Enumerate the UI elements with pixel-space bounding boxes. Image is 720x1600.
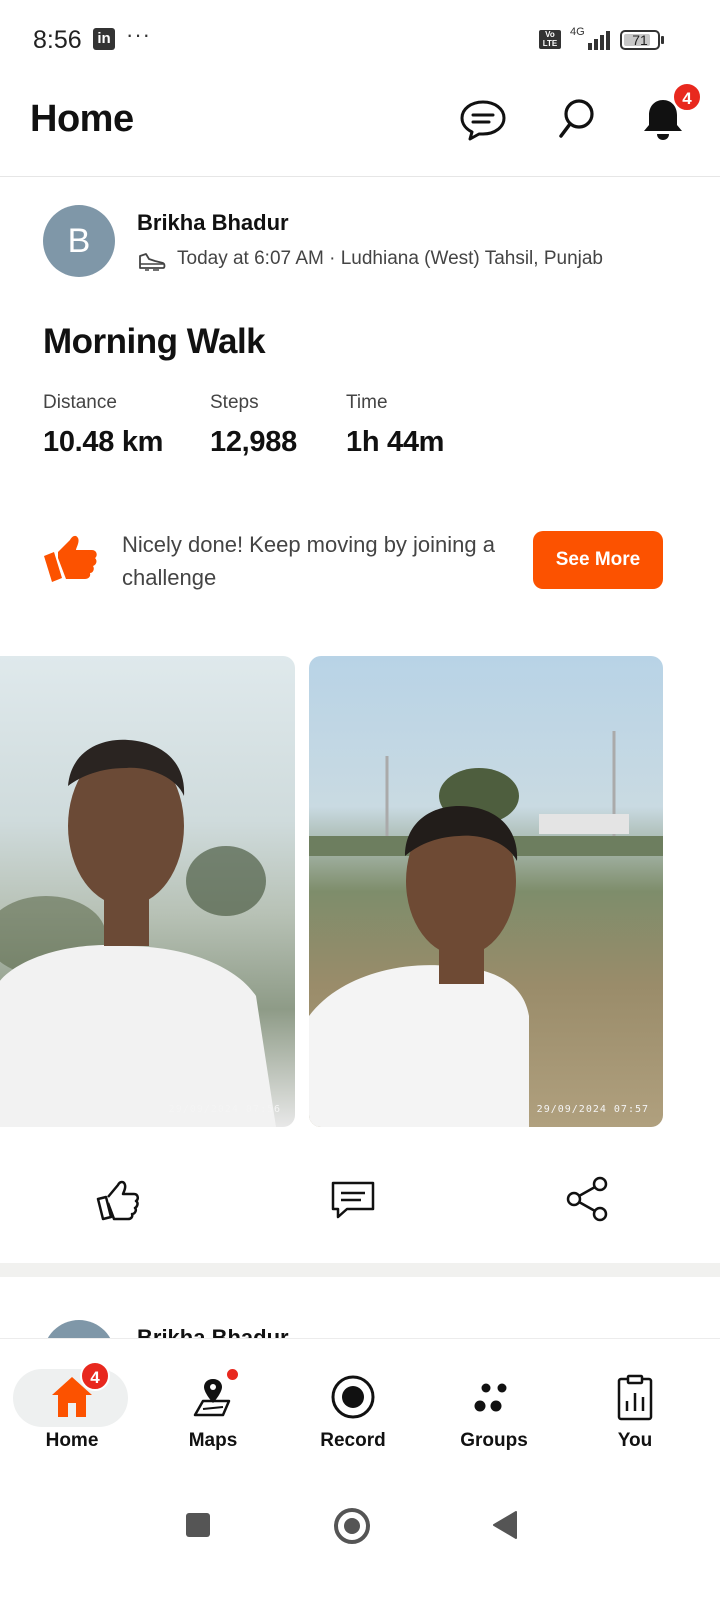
record-icon [329, 1373, 377, 1421]
nav-label: Home [45, 1430, 99, 1451]
volte-icon: Vo LTE [539, 30, 561, 49]
stat-label: Steps [210, 392, 259, 413]
maps-dot-badge [225, 1367, 240, 1382]
nav-home[interactable]: 4 Home [0, 1339, 144, 1479]
shoe-icon [139, 253, 166, 271]
recent-apps-icon[interactable] [184, 1511, 212, 1539]
challenge-prompt: Nicely done! Keep moving by joining a ch… [122, 532, 496, 590]
thumbs-up-outline-icon [96, 1180, 139, 1221]
nav-maps[interactable]: Maps [141, 1339, 285, 1479]
clipboard-chart-icon [611, 1373, 659, 1421]
nav-record[interactable]: Record [281, 1339, 425, 1479]
athlete-name[interactable]: Brikha Bhadur [137, 210, 289, 236]
stat-steps: Steps 12,988 [210, 392, 297, 459]
stat-value: 10.48 km [43, 426, 164, 458]
page-title: Home [30, 98, 134, 140]
thumbs-up-icon [44, 535, 97, 582]
stat-label: Time [346, 392, 388, 413]
status-time: 8:56 [33, 26, 82, 54]
selfie-photo-illustration [309, 731, 663, 1127]
nav-label: You [617, 1430, 653, 1451]
activity-meta: Today at 6:07 AM · Ludhiana (West) Tahsi… [177, 248, 603, 269]
photo-timestamp: 29/09/2024 07:56 [168, 1104, 281, 1115]
home-system-icon[interactable] [332, 1506, 372, 1546]
groups-icon [470, 1373, 518, 1421]
activity-title[interactable]: Morning Walk [43, 322, 266, 362]
home-badge: 4 [80, 1361, 110, 1391]
nav-label: Maps [188, 1430, 238, 1451]
kudos-button[interactable] [94, 1175, 142, 1223]
chat-icon [460, 100, 506, 141]
more-notifications-icon: ··· [126, 22, 151, 47]
app-header: Home 4 [0, 80, 720, 177]
stat-label: Distance [43, 392, 117, 413]
nav-label: Groups [460, 1430, 528, 1451]
search-icon [559, 99, 594, 138]
photo-timestamp: 29/09/2024 07:57 [536, 1104, 649, 1115]
battery-level: 71 [632, 32, 648, 48]
linkedin-icon: in [93, 28, 115, 50]
avatar[interactable]: B [43, 205, 115, 277]
share-icon [566, 1176, 608, 1222]
stat-value: 1h 44m [346, 426, 445, 458]
search-button[interactable] [551, 94, 601, 144]
nav-label: Record [320, 1430, 386, 1451]
comment-icon [331, 1181, 375, 1219]
system-navigation-bar [0, 1478, 720, 1600]
activity-photo[interactable]: 29/09/2024 07:57 [309, 656, 663, 1127]
feed-divider [0, 1263, 720, 1277]
see-more-button[interactable]: See More [533, 531, 663, 589]
comment-button[interactable] [329, 1175, 377, 1223]
stat-distance: Distance 10.48 km [43, 392, 163, 459]
nav-groups[interactable]: Groups [422, 1339, 566, 1479]
stat-value: 12,988 [210, 426, 297, 458]
back-icon[interactable] [490, 1510, 520, 1540]
messages-button[interactable] [458, 94, 508, 144]
nav-you[interactable]: You [563, 1339, 707, 1479]
notifications-button[interactable]: 4 [638, 82, 702, 144]
activity-photo[interactable]: 29/09/2024 07:56 [0, 656, 295, 1127]
stat-time: Time 1h 44m [346, 392, 444, 459]
bottom-nav: 4 Home Maps Record Groups You [0, 1338, 720, 1478]
share-button[interactable] [564, 1175, 612, 1223]
signal-icon [588, 31, 610, 50]
status-bar: 8:56 in ··· Vo LTE 4G 71 [0, 0, 720, 80]
selfie-photo-illustration [0, 739, 276, 1127]
notification-count-badge: 4 [672, 82, 702, 112]
